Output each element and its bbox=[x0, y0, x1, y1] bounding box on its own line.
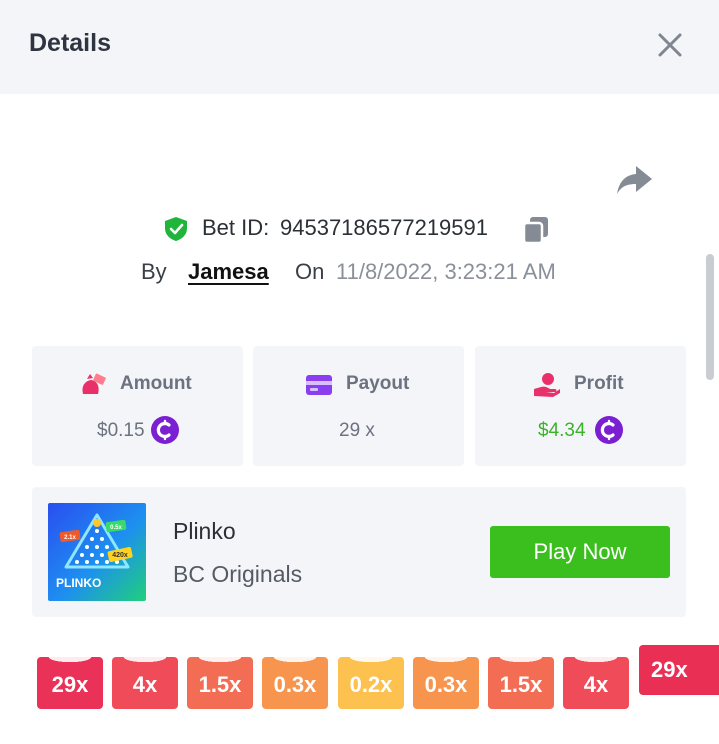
details-title: Details bbox=[29, 29, 111, 57]
profit-label: Profit bbox=[574, 373, 624, 394]
on-label: On bbox=[295, 259, 325, 284]
close-button[interactable] bbox=[654, 29, 686, 61]
payout-card: Payout 29 x bbox=[253, 346, 464, 466]
share-button[interactable] bbox=[614, 162, 654, 198]
details-header: Details bbox=[0, 0, 719, 94]
game-name[interactable]: Plinko bbox=[173, 518, 236, 545]
amount-label: Amount bbox=[120, 373, 192, 394]
play-now-button[interactable]: Play Now bbox=[490, 526, 670, 578]
multiplier-bucket-highlighted: 29x bbox=[639, 645, 719, 695]
thumb-badge-1: 2.1x bbox=[64, 535, 76, 541]
amount-value: $0.15 bbox=[97, 420, 145, 441]
plinko-thumbnail-art: 2.1x 0.5x 420x PLINKO bbox=[48, 503, 146, 601]
payout-value: 29 x bbox=[339, 420, 375, 441]
hand-coin-icon bbox=[534, 373, 560, 397]
multiplier-bucket: 0.2x bbox=[338, 657, 404, 709]
bet-date: 11/8/2022, 3:23:21 AM bbox=[336, 259, 556, 284]
scrollbar-thumb[interactable] bbox=[706, 254, 714, 380]
card-icon bbox=[306, 375, 332, 395]
amount-card: Amount $0.15 bbox=[32, 346, 243, 466]
copy-icon bbox=[522, 217, 548, 245]
bet-id-row: Bet ID: 94537186577219591 bbox=[0, 212, 719, 246]
bet-id-label: Bet ID: bbox=[202, 215, 270, 240]
money-bag-icon bbox=[82, 373, 106, 394]
bet-meta-row: By Jamesa On 11/8/2022, 3:23:21 AM bbox=[0, 256, 719, 288]
multiplier-bucket: 0.3x bbox=[262, 657, 328, 709]
thumb-title: PLINKO bbox=[56, 576, 101, 590]
bet-id-value: 94537186577219591 bbox=[280, 215, 489, 240]
multiplier-bucket: 4x bbox=[563, 657, 629, 709]
coin-icon bbox=[595, 416, 623, 444]
profit-value: $4.34 bbox=[538, 420, 586, 441]
multiplier-bucket: 1.5x bbox=[187, 657, 253, 709]
payout-label: Payout bbox=[346, 373, 410, 394]
multiplier-bucket: 29x bbox=[37, 657, 103, 709]
copy-button[interactable] bbox=[520, 214, 552, 246]
bettor-username-link[interactable]: Jamesa bbox=[188, 259, 269, 285]
by-label: By bbox=[141, 259, 167, 284]
game-thumbnail[interactable]: 2.1x 0.5x 420x PLINKO bbox=[48, 503, 146, 601]
multiplier-bucket: 0.3x bbox=[413, 657, 479, 709]
game-provider: BC Originals bbox=[173, 561, 303, 587]
profit-card: Profit $4.34 bbox=[475, 346, 686, 466]
shield-check-icon bbox=[165, 217, 187, 241]
close-icon bbox=[658, 33, 682, 57]
share-icon bbox=[617, 166, 652, 194]
coin-icon bbox=[151, 416, 179, 444]
thumb-badge-3: 420x bbox=[112, 552, 128, 559]
multiplier-bucket: 1.5x bbox=[488, 657, 554, 709]
multiplier-bucket: 4x bbox=[112, 657, 178, 709]
thumb-badge-2: 0.5x bbox=[110, 525, 122, 531]
game-card: 2.1x 0.5x 420x PLINKO Plinko BC Original… bbox=[32, 487, 686, 617]
